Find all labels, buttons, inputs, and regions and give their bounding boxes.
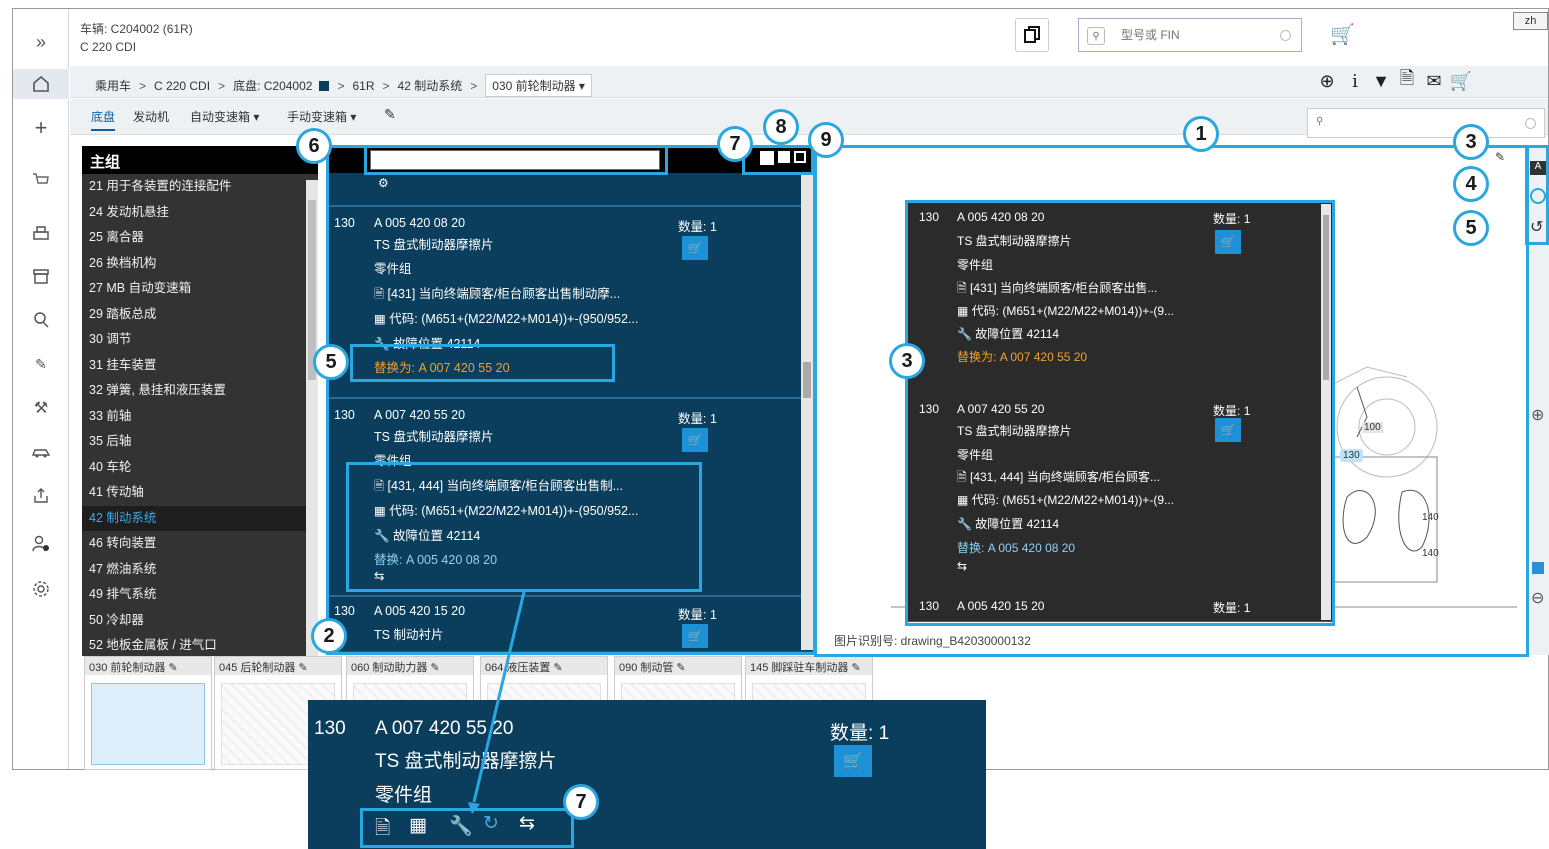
pointer-arrow [468,591,526,814]
book-icon [319,80,330,91]
copy-icon [1024,26,1040,43]
plus-icon[interactable]: + [13,113,69,143]
mail-icon[interactable]: ✉ [1423,70,1445,92]
main-group-item[interactable]: 29 踏板总成 [82,302,318,328]
breadcrumb-item[interactable]: 42 制动系统 [398,77,463,94]
qty-label: 数量: [830,723,874,744]
fin-search-field[interactable]: ⚲ [1078,18,1302,52]
car-icon[interactable] [13,437,69,467]
callout-6: 6 [296,128,332,164]
language-select[interactable]: zh [1513,12,1548,30]
archive-icon[interactable] [13,261,69,291]
tab-engine[interactable]: 发动机 [133,108,169,125]
callout-8: 8 [763,109,799,145]
highlight-filter [364,145,668,175]
callout-5: 5 [313,344,349,380]
callout-9: 9 [808,122,844,158]
breadcrumb-item[interactable]: 底盘: C204002 [233,77,312,94]
main-group-item[interactable]: 27 MB 自动变速箱 [82,276,318,302]
part-position: 130 [314,718,346,739]
main-group-item[interactable]: 52 地板金属板 / 进气口 [82,633,318,656]
cart-icon[interactable]: 🛒 [1450,70,1472,92]
highlight-replacement [350,344,615,382]
model-label: C 220 CDI [80,40,137,54]
breadcrumb-item[interactable]: C 220 CDI [154,79,210,93]
callout-2: 2 [311,618,347,654]
paint-icon[interactable]: ✎ [384,106,396,123]
expand-icon[interactable]: » [13,27,69,57]
qty-value: 1 [878,723,890,744]
main-group-list: 21 用于各装置的连接配件 24 发动机悬挂 25 离合器 26 换档机构 27 MB … [82,174,318,656]
main-group-item[interactable]: 30 调节 [82,327,318,353]
main-group-item[interactable]: 46 转向装置 [82,531,318,557]
copy-button[interactable] [1015,18,1049,52]
zoom-slider-handle[interactable] [1532,562,1544,574]
settings-icon[interactable] [13,574,69,604]
tools-icon[interactable]: ⚒ [13,393,69,423]
callout-7: 7 [563,784,599,820]
callout-1: 1 [1183,116,1219,152]
user-info-icon[interactable] [13,529,69,559]
zoom-in-icon[interactable]: ⊕ [1531,405,1544,425]
filter-icon[interactable]: ▼ [1370,70,1392,92]
clear-icon[interactable] [1525,118,1536,129]
highlight-popup [905,200,1335,626]
search-icon: ⚲ [1316,116,1324,127]
highlight-side-tools [1525,145,1549,245]
main-group-item[interactable]: 47 燃油系统 [82,557,318,583]
add-to-cart-button[interactable]: 🛒 [834,745,872,777]
search-icon[interactable]: ⚲ [1087,27,1105,45]
part-group: 零件组 [375,785,433,806]
info-icon[interactable]: i [1344,70,1366,92]
zoom-in-icon[interactable]: ⊕ [1316,70,1338,92]
breadcrumb: 乘用车 > C 220 CDI > 底盘: C204002 > 61R > 42 制动系… [95,74,592,97]
cart-icon[interactable] [13,165,69,195]
breadcrumb-item[interactable]: 61R [352,79,374,93]
upload-icon[interactable] [13,481,69,511]
breadcrumb-item[interactable]: 乘用车 [95,77,131,94]
home-icon[interactable] [13,69,69,99]
basket-icon[interactable]: 🛒 [1330,22,1355,47]
main-group-item[interactable]: 40 车轮 [82,455,318,481]
quick-search-field[interactable]: ⚲ [1307,108,1545,138]
main-group-item[interactable]: 26 换档机构 [82,251,318,277]
highlight-view-tools [742,145,814,175]
callout-7: 7 [717,126,753,162]
document-info-icon[interactable]: 🗎 [1396,68,1418,92]
paint-icon[interactable]: ✎ [13,349,69,379]
breadcrumb-dropdown[interactable]: 030 前轮制动器 ▾ [485,74,592,97]
main-group-panel: 主组 21 用于各装置的连接配件 24 发动机悬挂 25 离合器 26 换档机构 27 … [82,146,318,656]
tab-manual-transmission[interactable]: 手动变速箱 ▾ [287,108,356,125]
main-group-item[interactable]: 49 排气系统 [82,582,318,608]
main-group-title: 主组 [82,146,318,174]
main-group-item[interactable]: 50 冷却器 [82,608,318,634]
main-group-item[interactable]: 31 挂车装置 [82,353,318,379]
vehicle-label: 车辆: C204002 (61R) [80,22,193,36]
left-nav-rail: » + ✎ ⚒ [13,9,69,769]
main-group-item[interactable]: 32 弹簧, 悬挂和液压装置 [82,378,318,404]
print-icon[interactable] [13,219,69,249]
search-icon[interactable] [13,305,69,335]
callout-3: 3 [889,343,925,379]
callout-4: 4 [1453,166,1489,202]
fin-search-input[interactable] [1121,25,1271,45]
main-group-item[interactable]: 35 后轴 [82,429,318,455]
subgroup-thumbnail[interactable]: 030 前轮制动器 ✎ [84,656,212,770]
main-group-item[interactable]: 25 离合器 [82,225,318,251]
main-group-item[interactable]: 42 制动系统 [82,505,318,531]
zoom-out-icon[interactable]: ⊖ [1531,588,1544,608]
highlight-part-details [346,462,702,592]
tab-chassis[interactable]: 底盘 [91,108,116,131]
clear-icon[interactable] [1280,30,1291,41]
callout-5: 5 [1453,210,1489,246]
tab-automatic-transmission[interactable]: 自动变速箱 ▾ [190,108,259,125]
main-group-item[interactable]: 21 用于各装置的连接配件 [82,174,318,200]
callout-3: 3 [1453,124,1489,160]
main-group-item[interactable]: 41 传动轴 [82,480,318,506]
main-group-item[interactable]: 33 前轴 [82,404,318,430]
main-group-item[interactable]: 24 发动机悬挂 [82,200,318,226]
